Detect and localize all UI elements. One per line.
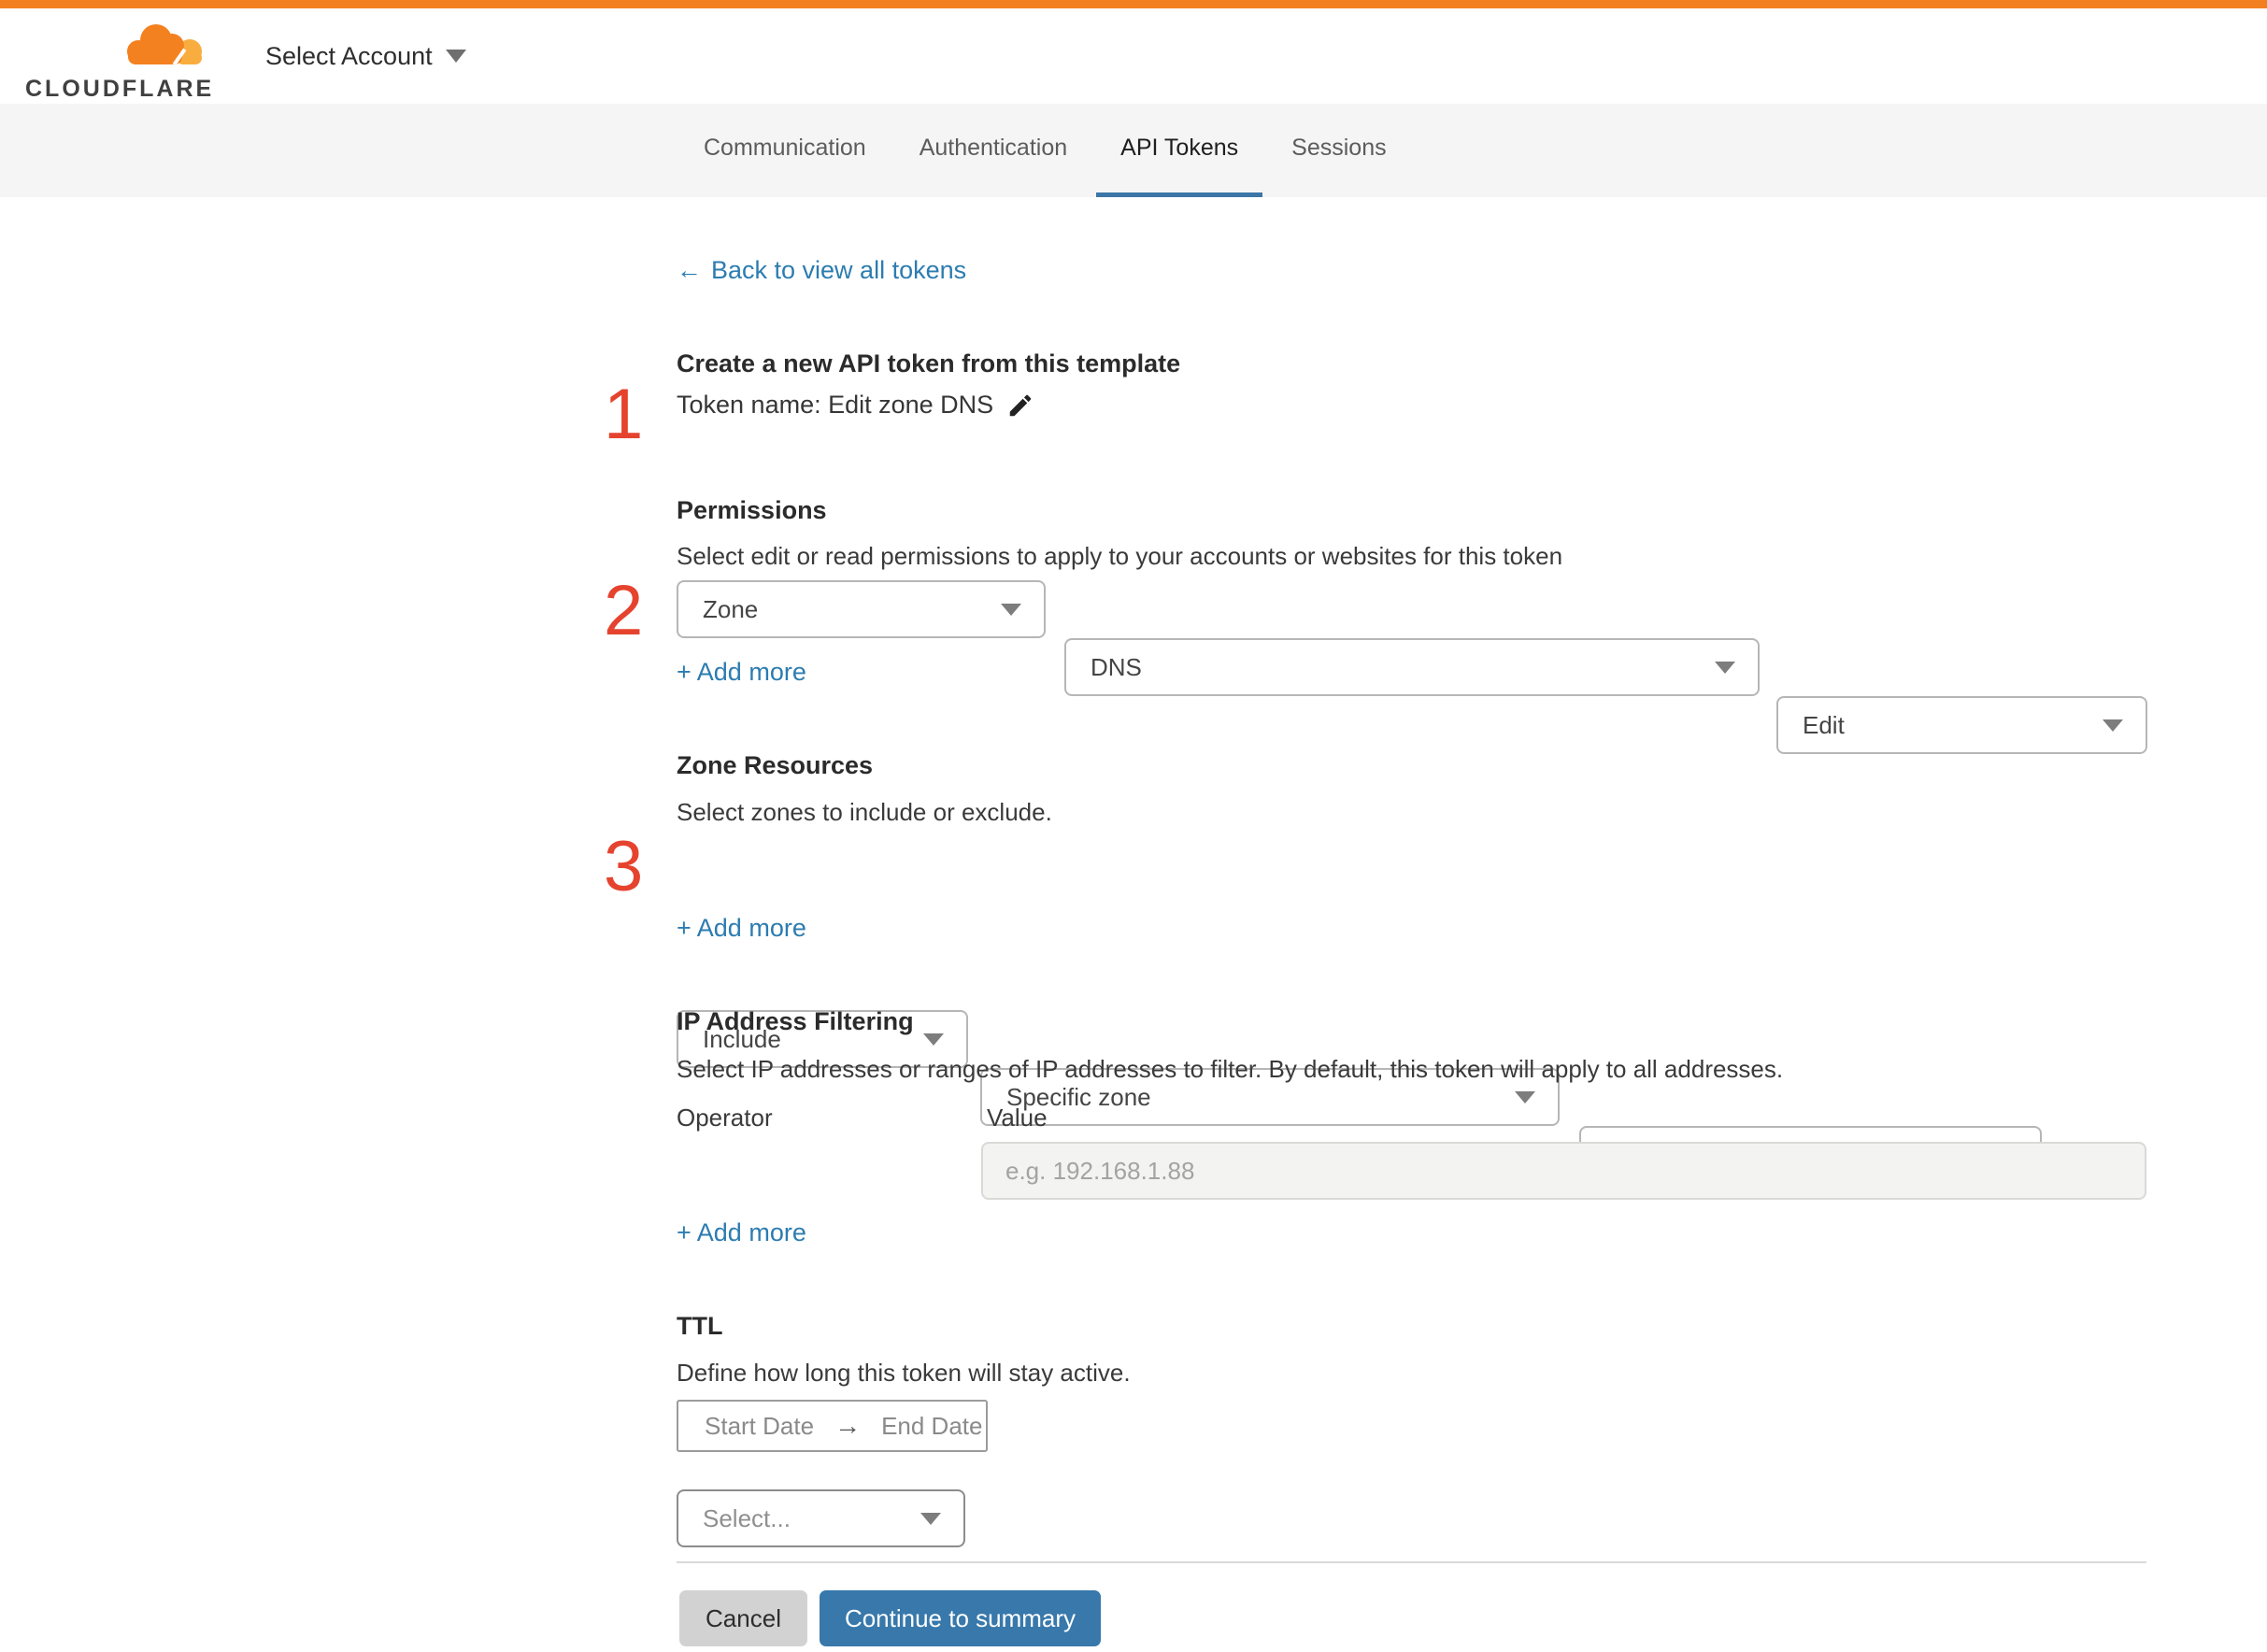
permissions-heading: Permissions bbox=[677, 496, 827, 524]
permission-access-value: Edit bbox=[1803, 710, 1845, 739]
operator-label: Operator bbox=[677, 1104, 773, 1132]
ip-filtering-description: Select IP addresses or ranges of IP addr… bbox=[677, 1055, 1784, 1083]
arrow-right-icon: → bbox=[834, 1411, 862, 1440]
chevron-down-icon bbox=[2103, 719, 2123, 732]
cancel-button[interactable]: Cancel bbox=[679, 1590, 807, 1646]
permission-resource-value: DNS bbox=[1091, 652, 1142, 681]
ip-value-input[interactable] bbox=[981, 1142, 2146, 1200]
back-arrow-icon: ← bbox=[677, 256, 702, 284]
create-token-heading: Create a new API token from this templat… bbox=[677, 349, 1181, 377]
step-number-1: 1 bbox=[604, 375, 644, 454]
permission-resource-select[interactable]: DNS bbox=[1064, 638, 1760, 696]
permission-scope-value: Zone bbox=[703, 594, 759, 623]
token-name-label: Token name: Edit zone DNS bbox=[677, 391, 994, 419]
chevron-down-icon bbox=[1515, 1091, 1535, 1104]
edit-pencil-icon[interactable] bbox=[1006, 392, 1034, 420]
ttl-heading: TTL bbox=[677, 1312, 723, 1340]
permission-access-select[interactable]: Edit bbox=[1776, 696, 2147, 754]
chevron-down-icon bbox=[923, 1033, 944, 1046]
ttl-description: Define how long this token will stay act… bbox=[677, 1359, 1131, 1387]
chevron-down-icon bbox=[920, 1513, 941, 1525]
start-date-placeholder: Start Date bbox=[705, 1411, 815, 1440]
chevron-down-icon bbox=[1715, 662, 1735, 674]
back-to-tokens-link[interactable]: ← Back to view all tokens bbox=[677, 256, 966, 285]
main-content: ← Back to view all tokens 1 Create a new… bbox=[0, 0, 2267, 1652]
chevron-down-icon bbox=[1001, 604, 1021, 616]
end-date-placeholder: End Date bbox=[881, 1411, 983, 1440]
continue-to-summary-button[interactable]: Continue to summary bbox=[820, 1590, 1101, 1646]
ttl-date-range-picker[interactable]: Start Date → End Date bbox=[677, 1400, 988, 1452]
step-number-3: 3 bbox=[604, 827, 644, 906]
footer-divider bbox=[677, 1561, 2146, 1563]
ip-filtering-add-more-link[interactable]: + Add more bbox=[677, 1218, 806, 1247]
token-name-row: Token name: Edit zone DNS bbox=[677, 391, 1034, 420]
cloudflare-api-token-page: CLOUDFLARE Select Account Communication … bbox=[0, 0, 2267, 1652]
ip-operator-select[interactable]: Select... bbox=[677, 1489, 965, 1547]
zone-resources-heading: Zone Resources bbox=[677, 751, 874, 779]
permission-scope-select[interactable]: Zone bbox=[677, 580, 1046, 638]
back-link-label: Back to view all tokens bbox=[711, 256, 967, 284]
value-label: Value bbox=[987, 1104, 1048, 1132]
permissions-add-more-link[interactable]: + Add more bbox=[677, 658, 806, 687]
step-number-2: 2 bbox=[604, 571, 644, 650]
permissions-description: Select edit or read permissions to apply… bbox=[677, 542, 1563, 570]
ip-filtering-heading: IP Address Filtering bbox=[677, 1007, 914, 1035]
ip-operator-placeholder: Select... bbox=[703, 1503, 791, 1532]
zone-resources-add-more-link[interactable]: + Add more bbox=[677, 914, 806, 943]
zone-resources-description: Select zones to include or exclude. bbox=[677, 798, 1052, 826]
